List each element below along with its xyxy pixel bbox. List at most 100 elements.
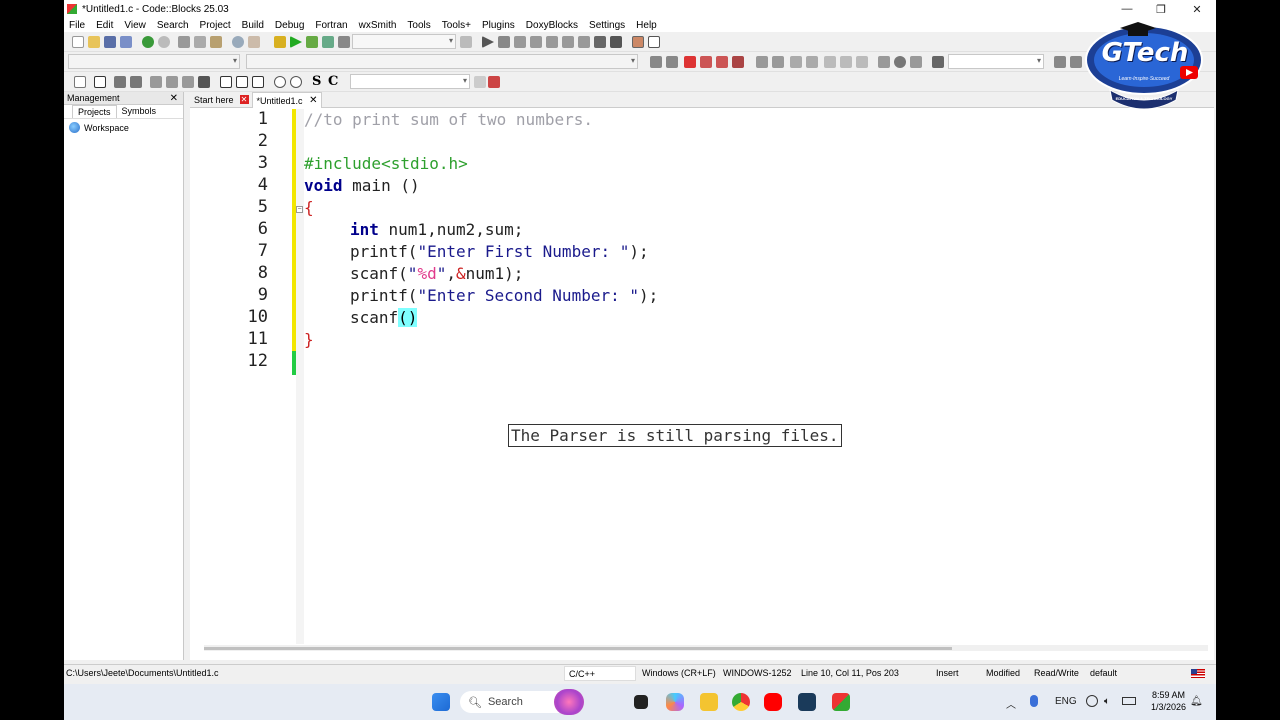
volume-icon[interactable]: 🔈︎ — [1104, 696, 1110, 707]
search-combo[interactable]: ▾ — [948, 54, 1044, 69]
grid-icon[interactable] — [114, 76, 126, 88]
search-s-icon[interactable]: S — [312, 74, 321, 89]
menu-wxsmith[interactable]: wxSmith — [359, 20, 397, 31]
abort-icon[interactable] — [338, 36, 350, 48]
close-tab-icon[interactable]: ✕ — [239, 95, 249, 104]
rebuild-icon[interactable] — [322, 36, 334, 48]
battery-icon[interactable] — [1122, 697, 1136, 705]
menu-plugins[interactable]: Plugins — [482, 20, 515, 31]
pin-icon[interactable] — [856, 56, 868, 68]
restore-button[interactable]: ❐ — [1144, 0, 1178, 18]
menu-fortran[interactable]: Fortran — [315, 20, 347, 31]
language-indicator[interactable]: ENG — [1055, 696, 1077, 707]
symbol-options-icon[interactable] — [474, 76, 486, 88]
file-explorer-icon[interactable] — [700, 693, 718, 711]
align-icon[interactable] — [130, 76, 142, 88]
taskbar-search[interactable]: 🔍︎ Search — [460, 689, 584, 715]
code-text-area[interactable]: //to print sum of two numbers. #include<… — [304, 109, 1214, 644]
pointer-icon[interactable] — [74, 76, 86, 88]
microphone-icon[interactable] — [1030, 695, 1038, 707]
frame-1-icon[interactable] — [220, 76, 232, 88]
build-gear-icon[interactable] — [274, 36, 286, 48]
network-icon[interactable] — [1086, 695, 1098, 707]
record-icon[interactable] — [894, 56, 906, 68]
menu-settings[interactable]: Settings — [589, 20, 625, 31]
goto-file-icon[interactable] — [840, 56, 852, 68]
search-back-icon[interactable] — [1054, 56, 1066, 68]
menu-doxyblocks[interactable]: DoxyBlocks — [526, 20, 578, 31]
scrollbar-thumb[interactable] — [204, 647, 952, 650]
copilot-icon[interactable] — [666, 693, 684, 711]
forward-icon[interactable] — [910, 56, 922, 68]
build-run-icon[interactable] — [306, 36, 318, 48]
tab-symbols[interactable]: Symbols — [117, 105, 162, 118]
save-icon[interactable] — [104, 36, 116, 48]
clear-bookmarks-icon[interactable] — [732, 56, 744, 68]
symbol-tools-icon[interactable] — [488, 76, 500, 88]
show-target-dialog-icon[interactable] — [460, 36, 472, 48]
tab-projects[interactable]: Projects — [72, 105, 117, 118]
frame-2-icon[interactable] — [236, 76, 248, 88]
frame-3-icon[interactable] — [252, 76, 264, 88]
open-folder-icon[interactable] — [88, 36, 100, 48]
menu-view[interactable]: View — [124, 20, 146, 31]
stop-debug-icon[interactable] — [610, 36, 622, 48]
layout-3-icon[interactable] — [182, 76, 194, 88]
new-file-icon[interactable] — [72, 36, 84, 48]
menu-build[interactable]: Build — [242, 20, 264, 31]
jump-forward-icon[interactable] — [666, 56, 678, 68]
windows-start-icon[interactable] — [432, 693, 450, 711]
codeblocks-taskbar-icon[interactable] — [832, 693, 850, 711]
close-window-button[interactable]: ✕ — [1180, 0, 1214, 18]
case-c-icon[interactable]: C — [328, 74, 338, 89]
layout-1-icon[interactable] — [150, 76, 162, 88]
menu-file[interactable]: File — [69, 20, 85, 31]
layout-2-icon[interactable] — [166, 76, 178, 88]
task-view-icon[interactable] — [634, 695, 648, 709]
step-into-instruction-icon[interactable] — [578, 36, 590, 48]
prev-bookmark-icon[interactable] — [700, 56, 712, 68]
find-declaration-icon[interactable] — [772, 56, 784, 68]
redo-icon[interactable] — [158, 36, 170, 48]
chrome-icon[interactable] — [732, 693, 750, 711]
tab-untitled1[interactable]: *Untitled1.c ✕ — [251, 92, 322, 108]
zoom-in-icon[interactable] — [274, 76, 286, 88]
replace-icon[interactable] — [248, 36, 260, 48]
youtube-icon[interactable] — [764, 693, 782, 711]
minimize-button[interactable]: — — [1110, 0, 1144, 18]
menu-help[interactable]: Help — [636, 20, 657, 31]
menu-project[interactable]: Project — [200, 20, 231, 31]
uncomment-icon[interactable] — [806, 56, 818, 68]
horizontal-scrollbar[interactable] — [204, 645, 1208, 651]
cut-icon[interactable] — [178, 36, 190, 48]
menu-debug[interactable]: Debug — [275, 20, 304, 31]
terminal-app-icon[interactable] — [798, 693, 816, 711]
menu-search[interactable]: Search — [157, 20, 189, 31]
find-icon[interactable] — [232, 36, 244, 48]
debug-info-icon[interactable] — [648, 36, 660, 48]
workspace-tree-item[interactable]: Workspace — [64, 119, 183, 133]
rewind-icon[interactable] — [878, 56, 890, 68]
comment-icon[interactable] — [790, 56, 802, 68]
function-select[interactable]: ▾ — [246, 54, 638, 69]
clear-icon[interactable] — [932, 56, 944, 68]
symbol-search-combo[interactable]: ▾ — [350, 74, 470, 89]
taskbar-clock[interactable]: 8:59 AM 1/3/2026 — [1151, 689, 1186, 713]
step-into-icon[interactable] — [530, 36, 542, 48]
build-target-select[interactable]: ▾ — [352, 34, 456, 49]
debug-continue-icon[interactable] — [482, 36, 494, 48]
rectangle-icon[interactable] — [94, 76, 106, 88]
run-to-cursor-icon[interactable] — [498, 36, 510, 48]
menu-edit[interactable]: Edit — [96, 20, 113, 31]
pause-icon[interactable] — [594, 36, 606, 48]
layout-4-icon[interactable] — [198, 76, 210, 88]
jump-back-icon[interactable] — [650, 56, 662, 68]
copy-icon[interactable] — [194, 36, 206, 48]
next-line-icon[interactable] — [514, 36, 526, 48]
menu-tools-plus[interactable]: Tools+ — [442, 20, 471, 31]
menu-tools[interactable]: Tools — [407, 20, 430, 31]
undo-icon[interactable] — [142, 36, 154, 48]
paste-icon[interactable] — [210, 36, 222, 48]
toggle-bookmark-icon[interactable] — [684, 56, 696, 68]
management-close-icon[interactable]: ✕ — [170, 92, 178, 105]
